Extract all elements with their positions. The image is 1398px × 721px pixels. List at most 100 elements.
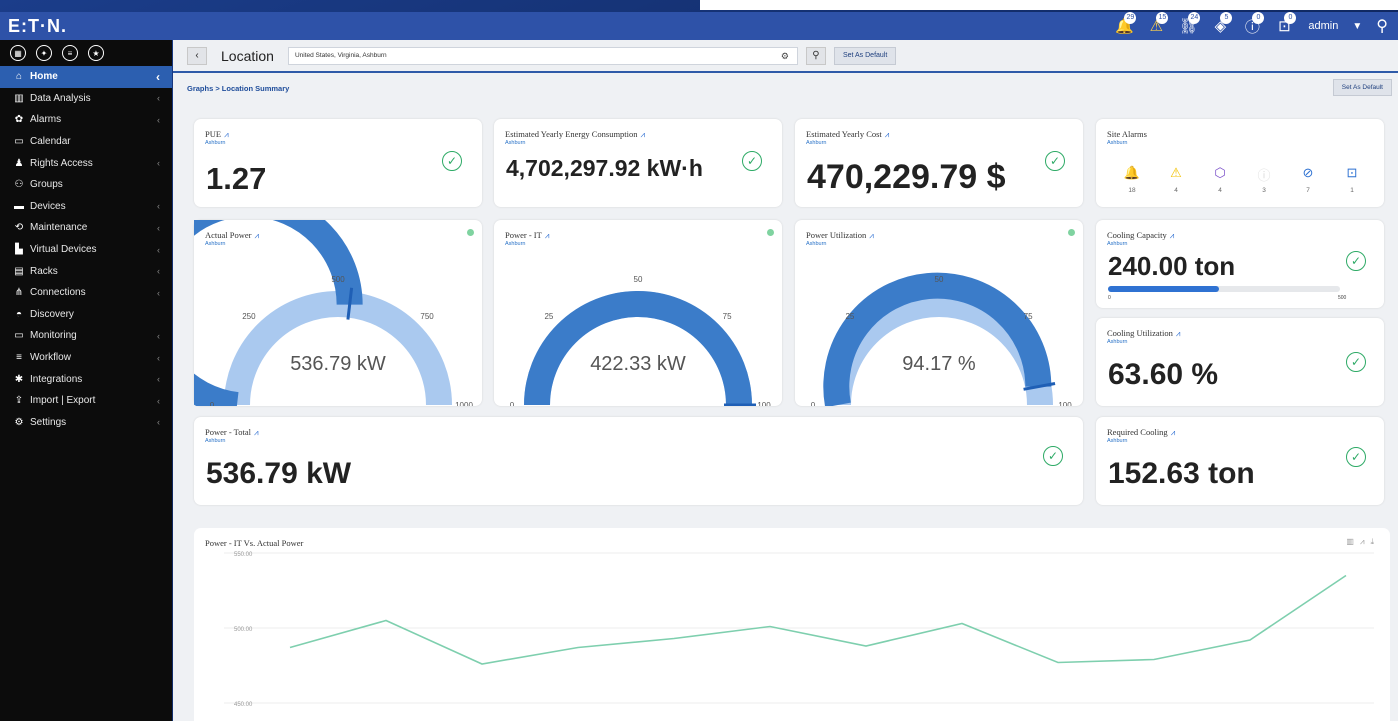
alarm-count-item[interactable]: ⚠ 4	[1154, 165, 1198, 194]
bell-icon[interactable]: 🔔 29	[1108, 12, 1140, 40]
sidebar-item-import-export[interactable]: ⇪ Import | Export ‹	[0, 390, 172, 412]
graph-icon[interactable]: ⩘	[1171, 428, 1176, 437]
star-icon[interactable]: ★	[88, 45, 104, 61]
chevron-icon[interactable]: ‹	[157, 417, 160, 427]
card-title: PUE ⩘	[205, 129, 229, 140]
y-tick-label: 550.00	[234, 552, 253, 558]
link-icon[interactable]: ⛓ 24	[1172, 12, 1204, 40]
card-title: Site Alarms	[1107, 129, 1147, 139]
back-button[interactable]: ‹	[187, 46, 207, 65]
alarm-count-item[interactable]: ⓘ 3	[1242, 165, 1286, 194]
sidebar-item-label: Groups	[30, 179, 63, 191]
required-cooling-card[interactable]: Required Cooling ⩘ Ashburn 152.63 ton ✓	[1096, 417, 1384, 505]
sidebar-item-discovery[interactable]: ◓ Discovery	[0, 304, 172, 326]
card-title: Required Cooling ⩘	[1107, 427, 1175, 438]
sidebar-item-maintenance[interactable]: ⟲ Maintenance ‹	[0, 217, 172, 239]
sidebar-item-groups[interactable]: ⚇ Groups	[0, 174, 172, 196]
chevron-icon[interactable]: ‹	[157, 331, 160, 341]
alarm-count-item[interactable]: ⊘ 7	[1286, 165, 1330, 194]
info-icon[interactable]: ⓘ 0	[1236, 12, 1268, 40]
graph-icon[interactable]: ⩘	[254, 428, 259, 437]
graph-icon[interactable]: ⩘	[224, 130, 229, 139]
energy-card[interactable]: Estimated Yearly Energy Consumption ⩘ Ash…	[494, 119, 782, 207]
actual-power-gauge: 0 250 500 750 1000	[194, 220, 473, 406]
sidebar-item-data-analysis[interactable]: ▥ Data Analysis ‹	[0, 88, 172, 110]
chevron-icon[interactable]: ‹	[157, 266, 160, 276]
alarm-counts: 🔔 18 ⚠ 4 ⬡ 4 ⓘ 3 ⊘ 7 ⊡ 1	[1110, 165, 1374, 194]
sidebar-item-virtual-devices[interactable]: ▙ Virtual Devices ‹	[0, 239, 172, 261]
pue-card[interactable]: PUE ⩘ Ashburn 1.27 ✓	[194, 119, 482, 207]
chevron-icon[interactable]: ‹	[157, 223, 160, 233]
power-it-card[interactable]: Power - IT ⩘ Ashburn 0 25 50 75 100 422.33 kW	[494, 220, 782, 406]
gauge-tick-label: 25	[544, 312, 553, 321]
sidebar-item-devices[interactable]: ▬ Devices ‹	[0, 196, 172, 218]
cost-value: 470,229.79 $	[807, 158, 1006, 196]
sidebar-item-label: Racks	[30, 265, 58, 277]
graph-icon[interactable]: ⩘	[1176, 329, 1181, 338]
sidebar-item-rights-access[interactable]: ♟ Rights Access ‹	[0, 152, 172, 174]
sidebar-item-monitoring[interactable]: ▭ Monitoring ‹	[0, 325, 172, 347]
sidebar-item-settings[interactable]: ⚙ Settings ‹	[0, 412, 172, 434]
alarm-count: 3	[1262, 187, 1266, 194]
gear-icon[interactable]: ⚙	[781, 51, 789, 62]
chevron-icon[interactable]: ‹	[157, 245, 160, 255]
chevron-icon[interactable]: ‹	[157, 201, 160, 211]
sidebar-item-racks[interactable]: ▤ Racks ‹	[0, 260, 172, 282]
chevron-icon[interactable]: ‹	[157, 353, 160, 363]
sidebar-item-home[interactable]: ⌂ Home ‹	[0, 66, 172, 88]
sidebar-item-integrations[interactable]: ✱ Integrations ‹	[0, 368, 172, 390]
alarm-count-item[interactable]: ⬡ 4	[1198, 165, 1242, 194]
graph-icon[interactable]: ⩘	[885, 130, 890, 139]
sidebar-item-workflow[interactable]: ≡ Workflow ‹	[0, 347, 172, 369]
chevron-icon[interactable]: ‹	[157, 288, 160, 298]
chevron-down-icon[interactable]: ▼	[1344, 21, 1370, 32]
alarm-count-item[interactable]: 🔔 18	[1110, 165, 1154, 194]
chevron-icon[interactable]: ‹	[157, 93, 160, 103]
graph-icon[interactable]: ⩘	[1170, 231, 1175, 240]
energy-title: Estimated Yearly Energy Consumption	[505, 129, 638, 139]
sidebar-item-calendar[interactable]: ▭ Calendar	[0, 131, 172, 153]
gauge-tick-label: 500	[331, 275, 345, 284]
sidebar-item-connections[interactable]: ⋔ Connections ‹	[0, 282, 172, 304]
card-title: Cooling Utilization ⩘	[1107, 328, 1180, 339]
cooling-utilization-card[interactable]: Cooling Utilization ⩘ Ashburn 63.60 % ✓	[1096, 318, 1384, 406]
top-bar: E:T·N. 🔔 29 ⚠ 15 ⛓ 24 ◈ 5 ⓘ 0 ⊡ 0 admin ▼ ⚲	[0, 12, 1398, 40]
actual-power-card[interactable]: Actual Power ⩘ Ashburn 0 250 500 750 1000 536…	[194, 220, 482, 406]
set-default-button[interactable]: Set As Default	[833, 46, 897, 65]
cost-card[interactable]: Estimated Yearly Cost ⩘ Ashburn 470,229.7…	[795, 119, 1083, 207]
power-total-card[interactable]: Power - Total ⩘ Ashburn 536.79 kW ✓	[194, 417, 1083, 505]
y-tick-label: 500.00	[234, 627, 253, 633]
gauge-tick-label: 100	[757, 401, 771, 406]
graph-icon[interactable]: ⩘	[641, 130, 646, 139]
chat-icon[interactable]: ⊡ 0	[1268, 12, 1300, 40]
site-alarms-card[interactable]: Site Alarms Ashburn 🔔 18 ⚠ 4 ⬡ 4 ⓘ 3 ⊘ 7 ⊡ 1	[1096, 119, 1384, 207]
power-utilization-card[interactable]: Power Utilization ⩘ Ashburn 0 25 50 75 100 94…	[795, 220, 1083, 406]
required-cooling-title: Required Cooling	[1107, 427, 1168, 437]
chevron-icon[interactable]: ‹	[157, 158, 160, 168]
sidebar-item-label: Import | Export	[30, 395, 96, 407]
chevron-icon[interactable]: ‹	[156, 70, 160, 84]
alarm-count: 1	[1350, 187, 1354, 194]
sidebar-item-alarms[interactable]: ✿ Alarms ‹	[0, 109, 172, 131]
warning-icon[interactable]: ⚠ 15	[1140, 12, 1172, 40]
power-total-title: Power - Total	[205, 427, 251, 437]
check-icon: ✓	[1346, 447, 1366, 467]
location-label: Location	[221, 47, 274, 64]
search-icon[interactable]: ⚲	[1370, 16, 1394, 36]
set-default-button-2[interactable]: Set As Default	[1332, 79, 1392, 96]
breadcrumb[interactable]: Graphs > Location Summary	[187, 84, 289, 93]
chevron-icon[interactable]: ‹	[157, 374, 160, 384]
alarm-count-item[interactable]: ⊡ 1	[1330, 165, 1374, 194]
tag-icon[interactable]: ◈ 5	[1204, 12, 1236, 40]
cooling-capacity-card[interactable]: Cooling Capacity ⩘ Ashburn 240.00 ton 0 5…	[1096, 220, 1384, 308]
compass-icon[interactable]: ✦	[36, 45, 52, 61]
list-icon[interactable]: ≡	[62, 45, 78, 61]
location-input[interactable]: United States, Virginia, Ashburn ⚙	[287, 46, 798, 65]
user-menu[interactable]: admin	[1300, 20, 1344, 32]
chevron-icon[interactable]: ‹	[157, 396, 160, 406]
sidebar-item-label: Devices	[30, 200, 66, 212]
gauge-tick-label: 50	[935, 275, 944, 284]
grid-icon[interactable]: ▦	[10, 45, 26, 61]
chevron-icon[interactable]: ‹	[157, 115, 160, 125]
location-search-button[interactable]: ⚲	[805, 46, 826, 65]
